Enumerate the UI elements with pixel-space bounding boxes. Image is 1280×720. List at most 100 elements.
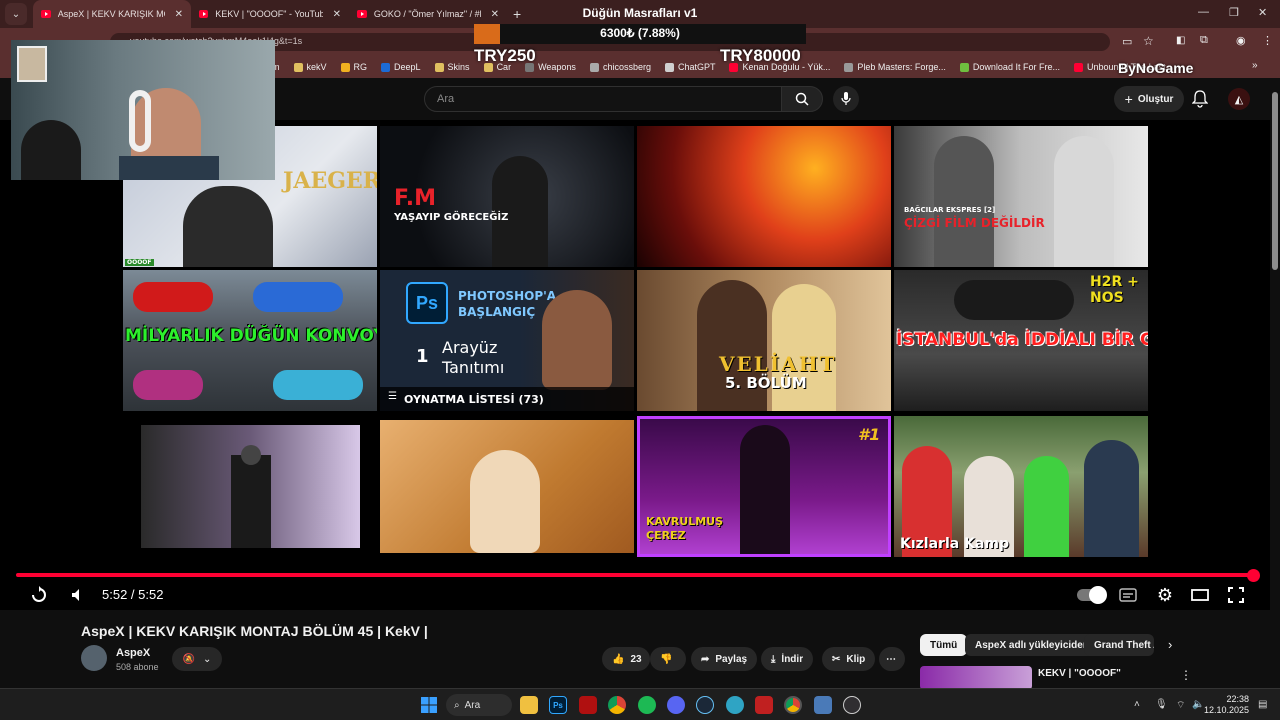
endscreen-thumbnail[interactable]: #1 KAVRULMUŞ ÇEREZ xyxy=(637,416,891,557)
tab-kekv[interactable]: KEKV | "OOOOF" - YouTube ✕ xyxy=(191,0,349,28)
chip-all[interactable]: Tümü xyxy=(920,634,968,656)
notifications-bell-icon[interactable] xyxy=(1192,90,1208,108)
endscreen-thumbnail[interactable] xyxy=(380,420,634,553)
chevron-right-icon[interactable]: › xyxy=(1168,637,1172,652)
close-window-icon[interactable]: ✕ xyxy=(1258,6,1267,19)
settings-button[interactable]: ⚙ xyxy=(1155,584,1175,606)
minimize-icon[interactable]: — xyxy=(1198,6,1209,18)
bookmark-item[interactable]: ChatGPT xyxy=(664,62,715,72)
thumbs-down-icon: 👎 xyxy=(660,653,673,665)
discord-icon[interactable] xyxy=(667,696,685,714)
bookmark-item[interactable]: RG xyxy=(340,62,367,72)
system-clock[interactable]: 22:38 12.10.2025 xyxy=(1204,694,1249,716)
microphone-tray-icon[interactable]: 🎙 xyxy=(1155,699,1168,710)
like-button[interactable]: 👍 23 xyxy=(602,647,650,671)
chip-gta[interactable]: Grand Theft A xyxy=(1084,634,1154,656)
wifi-icon[interactable]: ⌔ xyxy=(1176,699,1185,712)
bell-off-icon: 🔕 xyxy=(182,653,196,665)
bookmark-item[interactable]: DeepL xyxy=(381,62,421,72)
cast-icon[interactable]: ▭ xyxy=(1122,35,1132,48)
seek-bar[interactable] xyxy=(16,573,1254,577)
voice-search-button[interactable] xyxy=(833,86,859,112)
time-display: 5:52 / 5:52 xyxy=(102,587,164,602)
steam-icon[interactable] xyxy=(696,696,714,714)
bookmark-item[interactable]: Pleb Masters: Forge... xyxy=(844,62,946,72)
close-tab-icon[interactable]: ✕ xyxy=(491,9,499,20)
search-icon xyxy=(795,92,809,106)
menu-icon[interactable]: ⋮ xyxy=(1262,34,1273,47)
scrollbar-thumb[interactable] xyxy=(1272,92,1278,270)
bookmarks-overflow-icon[interactable]: » xyxy=(1252,60,1258,71)
filezilla-icon[interactable] xyxy=(579,696,597,714)
spotify-icon[interactable] xyxy=(638,696,656,714)
tray-chevron-icon[interactable]: ˄ xyxy=(1134,699,1140,710)
endscreen-thumbnail[interactable]: H2R + NOS İSTANBUL'da İDDİALI BİR GECE! xyxy=(894,270,1148,411)
bookmark-item[interactable]: Skins xyxy=(434,62,470,72)
clip-button[interactable]: ✂ Klip xyxy=(822,647,876,671)
search-input[interactable]: Ara xyxy=(424,86,782,112)
recommended-thumbnail[interactable] xyxy=(920,666,1032,690)
dislike-button[interactable]: 👎 xyxy=(650,647,686,671)
youtube-icon xyxy=(357,10,367,18)
browser-active-icon[interactable] xyxy=(784,696,802,714)
notification-settings-button[interactable]: 🔕 ⌄ xyxy=(172,647,222,671)
photoshop-taskbar-icon[interactable]: Ps xyxy=(549,696,567,714)
endscreen-thumbnail[interactable]: F.M YAŞAYIP GÖRECEĞİZ xyxy=(380,126,634,267)
more-icon: ⋯ xyxy=(886,653,896,665)
more-actions-button[interactable]: ⋯ xyxy=(879,647,905,671)
video-title: AspeX | KEKV KARIŞIK MONTAJ BÖLÜM 45 | K… xyxy=(81,623,428,639)
fullscreen-button[interactable] xyxy=(1226,584,1246,606)
avatar[interactable]: ◭ xyxy=(1228,88,1250,110)
seek-bar-handle[interactable] xyxy=(1247,569,1260,582)
tab-search-button[interactable]: ⌄ xyxy=(5,3,27,25)
share-button[interactable]: ➦ Paylaş xyxy=(691,647,758,671)
tab-aspex[interactable]: AspeX | KEKV KARIŞIK MONTAJ BÖLÜ ✕ xyxy=(33,0,191,28)
extensions-puzzle-icon[interactable]: ⧉ xyxy=(1200,34,1208,47)
recommended-title[interactable]: KEKV | "OOOOF" xyxy=(1038,668,1121,679)
more-icon[interactable]: ⋮ xyxy=(1180,668,1192,682)
close-tab-icon[interactable]: ✕ xyxy=(333,9,341,20)
playlist-icon: ☰ xyxy=(388,391,397,402)
windows-start-icon[interactable] xyxy=(420,696,438,714)
endscreen-thumbnail[interactable]: Kızlarla Kamp xyxy=(894,416,1148,557)
volume-button[interactable] xyxy=(68,584,88,606)
download-icon: ⤓ xyxy=(771,653,776,665)
profile-icon[interactable]: ◉ xyxy=(1236,34,1246,47)
speaker-icon[interactable]: 🔈 xyxy=(1192,699,1204,710)
replay-button[interactable] xyxy=(28,584,50,606)
edge-icon[interactable] xyxy=(726,696,744,714)
create-button[interactable]: + Oluştur xyxy=(1114,86,1184,112)
video-player[interactable]: JAEGER OOOOF F.M YAŞAYIP GÖRECEĞİZ BAĞCI… xyxy=(0,120,1270,610)
taskbar-search[interactable]: ⌕ Ara xyxy=(446,694,512,716)
maximize-icon[interactable]: ❐ xyxy=(1229,6,1239,19)
autoplay-toggle[interactable] xyxy=(1076,584,1107,606)
new-tab-button[interactable]: + xyxy=(513,6,521,22)
app-icon[interactable] xyxy=(755,696,773,714)
obs-icon[interactable] xyxy=(843,696,861,714)
channel-name[interactable]: AspeX xyxy=(116,647,150,659)
chrome-icon[interactable] xyxy=(608,696,626,714)
replay-icon xyxy=(32,586,46,602)
extension-icon[interactable]: ◧ xyxy=(1176,35,1185,46)
endscreen-thumbnail[interactable]: MİLYARLIK DÜĞÜN KONVOYU! xyxy=(123,270,377,411)
close-tab-icon[interactable]: ✕ xyxy=(175,9,183,20)
search-button[interactable] xyxy=(781,86,823,112)
bookmark-item[interactable]: chicossberg xyxy=(589,62,651,72)
endscreen-thumbnail[interactable]: VELİAHT 5. BÖLÜM xyxy=(637,270,891,411)
youtube-icon xyxy=(199,10,209,18)
endscreen-thumbnail[interactable] xyxy=(637,126,891,267)
endscreen-thumbnail[interactable]: BAĞCILAR EKSPRES [2] ÇİZGİ FİLM DEĞİLDİR xyxy=(894,126,1148,267)
bookmark-item[interactable]: kekV xyxy=(293,62,327,72)
endscreen-thumbnail[interactable] xyxy=(141,425,360,548)
app-icon[interactable] xyxy=(814,696,832,714)
chip-uploader[interactable]: AspeX adlı yükleyiciden xyxy=(965,634,1099,656)
channel-avatar[interactable] xyxy=(81,645,107,671)
download-button[interactable]: ⤓ İndir xyxy=(761,647,814,671)
theater-mode-button[interactable] xyxy=(1190,584,1210,606)
endscreen-thumbnail[interactable]: Ps PHOTOSHOP'A BAŞLANGIÇ 1 Arayüz Tanıtı… xyxy=(380,270,634,411)
file-explorer-icon[interactable] xyxy=(520,696,538,714)
notification-icon[interactable]: ▤ xyxy=(1258,699,1267,710)
subtitles-button[interactable] xyxy=(1118,584,1138,606)
bookmark-item[interactable]: Download It For Fre... xyxy=(959,62,1060,72)
bookmark-star-icon[interactable]: ☆ xyxy=(1143,34,1154,48)
